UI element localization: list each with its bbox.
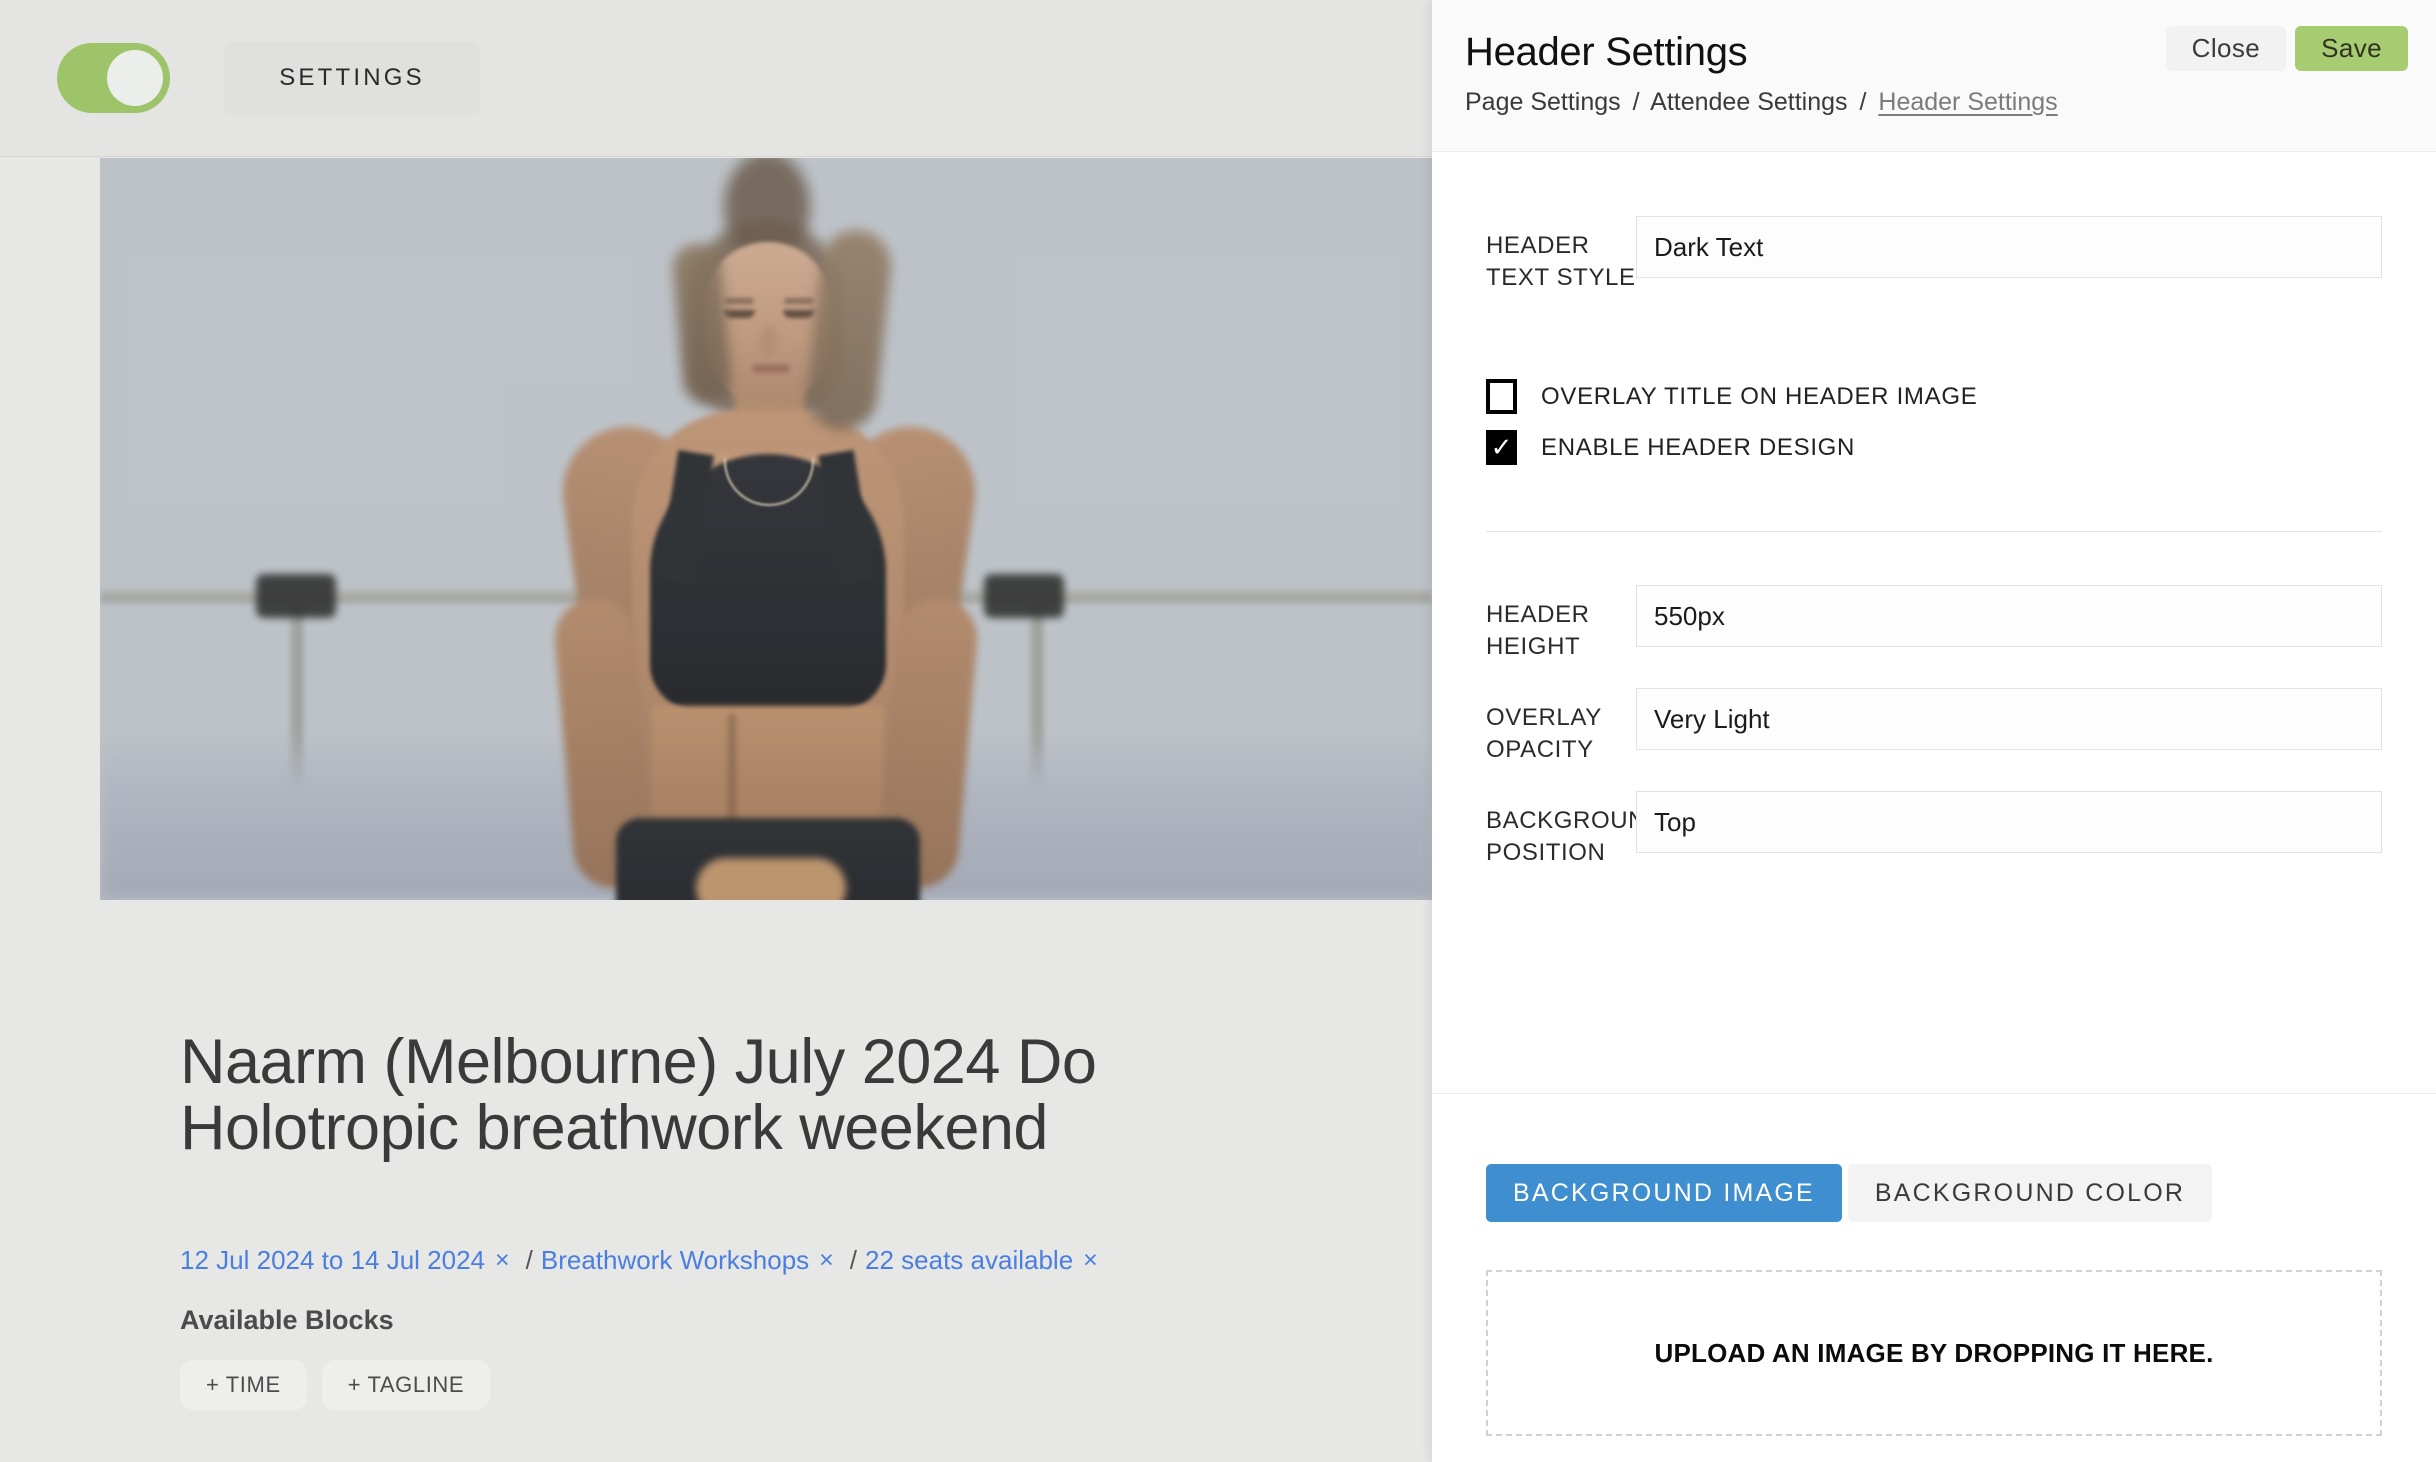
breadcrumb-item-header-settings[interactable]: Header Settings xyxy=(1878,88,2057,116)
breadcrumb-item-page-settings[interactable]: Page Settings xyxy=(1465,88,1621,116)
add-time-block-label: + TIME xyxy=(206,1372,281,1397)
header-hero-image[interactable] xyxy=(100,158,1432,900)
tab-background-color[interactable]: BACKGROUND COLOR xyxy=(1847,1164,2213,1222)
tab-background-color-label: BACKGROUND COLOR xyxy=(1874,1178,2186,1207)
add-tagline-block-button[interactable]: + TAGLINE xyxy=(321,1360,491,1410)
add-tagline-block-label: + TAGLINE xyxy=(347,1372,465,1397)
editor-toolbar: SETTINGS xyxy=(0,0,1432,157)
breadcrumb-separator: / xyxy=(1859,88,1867,116)
meta-item-seats[interactable]: 22 seats available xyxy=(865,1245,1073,1276)
enable-header-design-checkbox[interactable]: ✓ xyxy=(1486,430,1517,465)
breadcrumb: Page Settings / Attendee Settings / Head… xyxy=(1465,88,2058,117)
available-blocks-heading: Available Blocks xyxy=(180,1305,394,1335)
tab-background-image-label: BACKGROUND IMAGE xyxy=(1513,1178,1815,1207)
enable-header-design-label: ENABLE HEADER DESIGN xyxy=(1541,433,1856,461)
app-root: SETTINGS Naarm (Melbourne) July 2024 Do … xyxy=(0,0,2436,1462)
field-label-background-position: BACKGROUND POSITION xyxy=(1486,807,1665,867)
panel-header: Header Settings Page Settings / Attendee… xyxy=(1432,0,2436,152)
settings-button-label: SETTINGS xyxy=(279,64,425,91)
nose xyxy=(761,326,777,356)
meta-item-dates[interactable]: 12 Jul 2024 to 14 Jul 2024 xyxy=(180,1245,485,1276)
meta-separator: / xyxy=(525,1245,533,1275)
studio-rail-clamp xyxy=(256,574,336,618)
panel-title: Header Settings xyxy=(1465,30,1748,74)
image-dropzone-label: UPLOAD AN IMAGE BY DROPPING IT HERE. xyxy=(1654,1337,2214,1368)
breadcrumb-item-attendee-settings[interactable]: Attendee Settings xyxy=(1650,88,1847,116)
add-time-block-button[interactable]: + TIME xyxy=(180,1360,307,1410)
field-label-overlay-opacity: OVERLAY OPACITY xyxy=(1486,704,1602,764)
meta-item-category[interactable]: Breathwork Workshops xyxy=(541,1245,809,1276)
field-header-height: HEADER HEIGHT 550px xyxy=(1486,585,2382,664)
hero-photo xyxy=(100,158,1432,900)
waist xyxy=(652,706,884,826)
close-button[interactable]: Close xyxy=(2165,26,2287,71)
section-divider xyxy=(1486,531,2382,532)
header-settings-panel: Header Settings Page Settings / Attendee… xyxy=(1432,0,2436,1462)
meta-separator: / xyxy=(849,1245,858,1275)
check-icon: ✓ xyxy=(1490,431,1513,462)
settings-button[interactable]: SETTINGS xyxy=(224,41,480,115)
abdomen-line xyxy=(728,714,736,824)
header-height-select[interactable]: 550px xyxy=(1636,585,2382,647)
overlay-opacity-value: Very Light xyxy=(1654,703,1770,734)
available-blocks-row: + TIME + TAGLINE xyxy=(180,1360,491,1410)
field-overlay-opacity: OVERLAY OPACITY Very Light xyxy=(1486,688,2382,767)
remove-meta-dates-icon[interactable]: × xyxy=(495,1246,510,1275)
section-divider-full xyxy=(1432,1093,2436,1094)
background-position-value: Top xyxy=(1654,806,1696,837)
field-label-header-text-style: HEADER TEXT STYLE xyxy=(1486,232,1636,292)
hands xyxy=(696,858,846,900)
remove-meta-category-icon[interactable]: × xyxy=(819,1246,834,1275)
checkbox-row-enable-header-design[interactable]: ✓ ENABLE HEADER DESIGN xyxy=(1486,430,1855,465)
header-height-value: 550px xyxy=(1654,600,1725,631)
field-background-position: BACKGROUND POSITION Top xyxy=(1486,791,2382,870)
panel-body: HEADER TEXT STYLE Dark Text ✓ OVERLAY TI… xyxy=(1432,152,2436,1462)
overlay-opacity-select[interactable]: Very Light xyxy=(1636,688,2382,750)
toggle-knob-icon xyxy=(107,50,163,106)
eyebrow-right xyxy=(784,298,814,304)
image-dropzone[interactable]: UPLOAD AN IMAGE BY DROPPING IT HERE. xyxy=(1486,1270,2382,1436)
field-header-text-style: HEADER TEXT STYLE Dark Text xyxy=(1486,216,2382,295)
overlay-title-checkbox[interactable]: ✓ xyxy=(1486,379,1517,414)
eye-right xyxy=(783,310,815,318)
remove-meta-seats-icon[interactable]: × xyxy=(1083,1246,1098,1275)
page-title[interactable]: Naarm (Melbourne) July 2024 Do Holotropi… xyxy=(180,1029,1500,1161)
save-button[interactable]: Save xyxy=(2295,26,2408,71)
tab-background-image[interactable]: BACKGROUND IMAGE xyxy=(1486,1164,1842,1222)
panel-actions: Close Save xyxy=(2165,26,2408,71)
meditating-person xyxy=(456,158,1076,900)
mouth xyxy=(752,364,790,373)
field-label-header-height: HEADER HEIGHT xyxy=(1486,601,1590,661)
header-text-style-value: Dark Text xyxy=(1654,231,1764,262)
preview-toggle[interactable] xyxy=(57,43,170,113)
eye-left xyxy=(723,310,755,318)
overlay-title-label: OVERLAY TITLE ON HEADER IMAGE xyxy=(1541,382,1978,410)
background-position-select[interactable]: Top xyxy=(1636,791,2382,853)
header-text-style-select[interactable]: Dark Text xyxy=(1636,216,2382,278)
eyebrow-left xyxy=(724,298,754,304)
background-source-tabs: BACKGROUND IMAGE BACKGROUND COLOR xyxy=(1486,1164,2213,1222)
breadcrumb-separator: / xyxy=(1632,88,1640,116)
page-meta-row: 12 Jul 2024 to 14 Jul 2024 × / Breathwor… xyxy=(180,1245,1106,1276)
checkbox-row-overlay-title[interactable]: ✓ OVERLAY TITLE ON HEADER IMAGE xyxy=(1486,379,1977,414)
